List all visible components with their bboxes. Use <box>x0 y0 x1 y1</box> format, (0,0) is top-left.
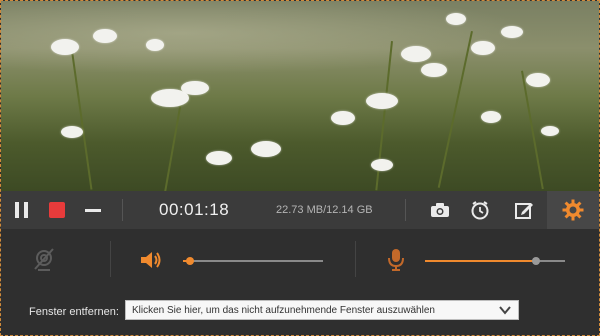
preview-flower <box>206 151 232 165</box>
chevron-down-icon <box>499 306 511 315</box>
preview-flower <box>331 111 355 125</box>
camera-icon <box>431 203 449 217</box>
screenshot-button[interactable] <box>429 200 451 220</box>
preview-stem <box>163 96 183 191</box>
file-size-readout: 22.73 MB/12.14 GB <box>276 204 373 216</box>
schedule-button[interactable] <box>469 199 491 221</box>
recording-toolbar: 00:01:18 22.73 MB/12.14 GB <box>1 191 599 229</box>
webcam-toggle[interactable] <box>31 247 57 273</box>
preview-flower <box>146 39 164 51</box>
preview-flower <box>421 63 447 77</box>
speaker-toggle[interactable] <box>140 249 162 271</box>
edit-button[interactable] <box>513 199 535 221</box>
preview-background <box>1 1 599 81</box>
preview-flower <box>526 73 550 87</box>
pause-button[interactable] <box>11 200 31 220</box>
pause-icon <box>14 202 28 218</box>
minimize-button[interactable] <box>83 200 103 220</box>
screen-preview <box>1 1 599 191</box>
preview-flower <box>446 13 466 25</box>
microphone-volume-slider[interactable] <box>425 255 565 267</box>
edit-icon <box>515 203 533 219</box>
minimize-icon <box>85 208 101 212</box>
preview-flower <box>251 141 281 157</box>
webcam-off-icon <box>34 248 54 271</box>
preview-flower <box>541 126 559 136</box>
recording-timer: 00:01:18 <box>159 200 230 219</box>
exclude-window-bar: Fenster entfernen: Klicken Sie hier, um … <box>1 292 599 335</box>
preview-flower <box>181 81 209 95</box>
settings-button[interactable] <box>547 191 599 229</box>
preview-flower <box>471 41 495 55</box>
controls-separator <box>110 241 111 277</box>
exclude-window-placeholder: Klicken Sie hier, um das nicht aufzunehm… <box>132 305 435 316</box>
microphone-icon <box>388 249 404 271</box>
preview-flower <box>51 39 79 55</box>
toolbar-separator <box>122 199 123 221</box>
speaker-icon <box>141 252 161 268</box>
stop-button[interactable] <box>47 200 67 220</box>
gear-icon <box>562 199 584 221</box>
preview-flower <box>371 159 393 171</box>
microphone-slider-fill <box>425 260 536 262</box>
stop-icon <box>49 202 65 218</box>
audio-video-controls <box>1 229 599 292</box>
clock-icon <box>471 201 489 220</box>
preview-flower <box>61 126 83 138</box>
microphone-toggle[interactable] <box>385 247 407 273</box>
preview-flower <box>366 93 398 109</box>
preview-flower <box>501 26 523 38</box>
speaker-volume-slider[interactable] <box>183 255 323 267</box>
exclude-window-dropdown[interactable]: Klicken Sie hier, um das nicht aufzunehm… <box>125 300 519 320</box>
speaker-slider-knob[interactable] <box>186 257 194 265</box>
toolbar-separator <box>405 199 406 221</box>
speaker-slider-track <box>183 260 323 262</box>
preview-flower <box>481 111 501 123</box>
preview-flower <box>93 29 117 43</box>
exclude-window-label: Fenster entfernen: <box>29 306 119 318</box>
microphone-slider-knob[interactable] <box>532 257 540 265</box>
preview-flower <box>401 46 431 62</box>
controls-separator <box>355 241 356 277</box>
